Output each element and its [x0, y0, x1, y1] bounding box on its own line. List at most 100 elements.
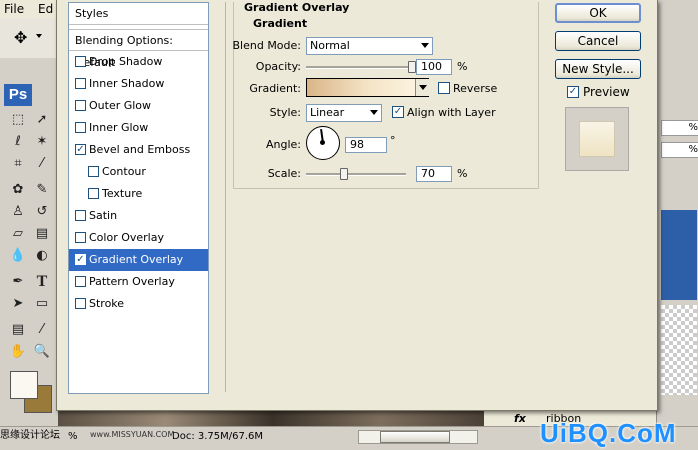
zoom-level[interactable]: %	[68, 431, 78, 442]
style-item-label: Texture	[102, 187, 143, 200]
blending-options-item[interactable]: Blending Options: Default	[69, 29, 208, 69]
blend-mode-value: Normal	[310, 39, 350, 52]
path-selection-icon[interactable]: ➤	[9, 295, 27, 313]
panel-percent-field[interactable]: %	[661, 142, 698, 158]
style-item-label: Color Overlay	[89, 231, 164, 244]
style-checkbox[interactable]: ✓	[75, 254, 86, 265]
style-item-contour[interactable]: Contour	[69, 161, 208, 183]
preview-checkbox[interactable]: ✓	[567, 86, 579, 98]
watermark-url: www.MISSYUAN.COM	[90, 430, 175, 439]
blur-tool-icon[interactable]: 💧	[9, 247, 27, 265]
angle-unit: °	[390, 134, 396, 147]
align-with-layer-checkbox[interactable]: ✓	[392, 106, 404, 118]
style-checkbox[interactable]	[88, 166, 99, 177]
style-checkbox[interactable]	[75, 298, 86, 309]
move-tool-icon[interactable]: ➚	[33, 111, 51, 129]
style-checkbox[interactable]	[75, 122, 86, 133]
style-item-label: Inner Shadow	[89, 77, 165, 90]
hand-tool-icon[interactable]: ✋	[9, 343, 27, 361]
clone-stamp-icon[interactable]: ♙	[9, 203, 27, 221]
cancel-button[interactable]: Cancel	[555, 31, 641, 51]
align-with-layer-label: Align with Layer	[407, 106, 496, 119]
marquee-tool-icon[interactable]: ⬚	[9, 111, 27, 129]
style-item-pattern-overlay[interactable]: Pattern Overlay	[69, 271, 208, 293]
style-item-color-overlay[interactable]: Color Overlay	[69, 227, 208, 249]
style-checkbox[interactable]	[75, 210, 86, 221]
brush-tool-icon[interactable]: ✎	[33, 181, 51, 199]
blend-mode-select[interactable]: Normal	[306, 37, 433, 55]
opacity-unit: %	[457, 60, 468, 73]
style-item-satin[interactable]: Satin	[69, 205, 208, 227]
style-label: Style:	[269, 106, 301, 119]
style-item-stroke[interactable]: Stroke	[69, 293, 208, 315]
style-checkbox[interactable]	[75, 56, 86, 67]
preview-label: Preview	[583, 85, 630, 99]
zoom-tool-icon[interactable]: 🔍	[33, 343, 51, 361]
style-select[interactable]: Linear	[306, 104, 382, 122]
style-checkbox[interactable]: ✓	[75, 144, 86, 155]
angle-label: Angle:	[265, 138, 301, 151]
style-checkbox[interactable]	[75, 232, 86, 243]
gradient-tool-icon[interactable]: ▤	[33, 225, 51, 243]
gradient-preview[interactable]	[306, 78, 429, 97]
scrollbar-thumb[interactable]	[380, 431, 450, 443]
blend-mode-label: Blend Mode:	[232, 39, 302, 52]
style-item-label: Satin	[89, 209, 118, 222]
history-brush-icon[interactable]: ↺	[33, 203, 51, 221]
watermark-text: 思缘设计论坛	[0, 430, 60, 441]
new-style-button[interactable]: New Style...	[555, 59, 641, 79]
style-item-texture[interactable]: Texture	[69, 183, 208, 205]
opacity-slider-thumb[interactable]	[408, 61, 416, 73]
eraser-tool-icon[interactable]: ▱	[9, 225, 27, 243]
style-item-label: Pattern Overlay	[89, 275, 175, 288]
ok-button[interactable]: OK	[555, 3, 641, 23]
magic-wand-icon[interactable]: ✶	[33, 133, 51, 151]
style-item-label: Outer Glow	[89, 99, 152, 112]
layer-thumb-transparent[interactable]	[661, 305, 697, 395]
style-item-label: Stroke	[89, 297, 125, 310]
section-title: Gradient Overlay	[242, 1, 352, 14]
scale-slider-thumb[interactable]	[340, 168, 348, 180]
healing-brush-icon[interactable]: ✿	[9, 181, 27, 199]
lasso-tool-icon[interactable]: ℓ	[9, 133, 27, 151]
foreground-color-swatch[interactable]	[10, 371, 38, 399]
panel-percent-field[interactable]: %	[661, 120, 698, 136]
chevron-down-icon	[421, 43, 429, 48]
angle-input[interactable]: 98	[345, 137, 387, 153]
eyedropper-tool-icon[interactable]: ⁄	[33, 155, 51, 173]
notes-tool-icon[interactable]: ▤	[9, 321, 27, 339]
style-item-label: Contour	[102, 165, 146, 178]
scale-slider[interactable]	[306, 173, 406, 176]
style-item-bevel-and-emboss[interactable]: ✓ Bevel and Emboss	[69, 139, 208, 161]
layer-thumb[interactable]	[661, 210, 697, 300]
style-item-label: Bevel and Emboss	[89, 143, 191, 156]
opacity-label: Opacity:	[255, 60, 301, 73]
style-checkbox[interactable]	[75, 276, 86, 287]
style-item-inner-glow[interactable]: Inner Glow	[69, 117, 208, 139]
chevron-down-icon	[370, 110, 378, 115]
dodge-tool-icon[interactable]: ◐	[33, 247, 51, 265]
style-item-outer-glow[interactable]: Outer Glow	[69, 95, 208, 117]
scale-label: Scale:	[267, 167, 301, 180]
type-tool-icon[interactable]: T	[33, 273, 51, 291]
reverse-checkbox[interactable]	[438, 82, 450, 94]
scale-input[interactable]: 70	[416, 166, 452, 182]
chevron-down-icon	[419, 85, 427, 90]
styles-header[interactable]: Styles	[69, 3, 208, 25]
opacity-input[interactable]: 100	[416, 59, 452, 75]
style-item-gradient-overlay[interactable]: ✓ Gradient Overlay	[69, 249, 208, 271]
shape-tool-icon[interactable]: ▭	[33, 295, 51, 313]
style-checkbox[interactable]	[75, 100, 86, 111]
eyedropper-icon[interactable]: ⁄	[33, 321, 51, 339]
style-item-drop-shadow[interactable]: Drop Shadow	[69, 51, 208, 73]
opacity-slider[interactable]	[306, 66, 412, 69]
fx-icon[interactable]: fx	[514, 412, 526, 425]
doc-size[interactable]: Doc: 3.75M/67.6M	[172, 431, 263, 442]
style-checkbox[interactable]	[75, 78, 86, 89]
pen-tool-icon[interactable]: ✒	[9, 273, 27, 291]
style-checkbox[interactable]	[88, 188, 99, 199]
crop-tool-icon[interactable]: ⌗	[9, 155, 27, 173]
gradient-dropdown[interactable]	[415, 79, 430, 96]
reverse-label: Reverse	[453, 82, 498, 95]
style-item-inner-shadow[interactable]: Inner Shadow	[69, 73, 208, 95]
